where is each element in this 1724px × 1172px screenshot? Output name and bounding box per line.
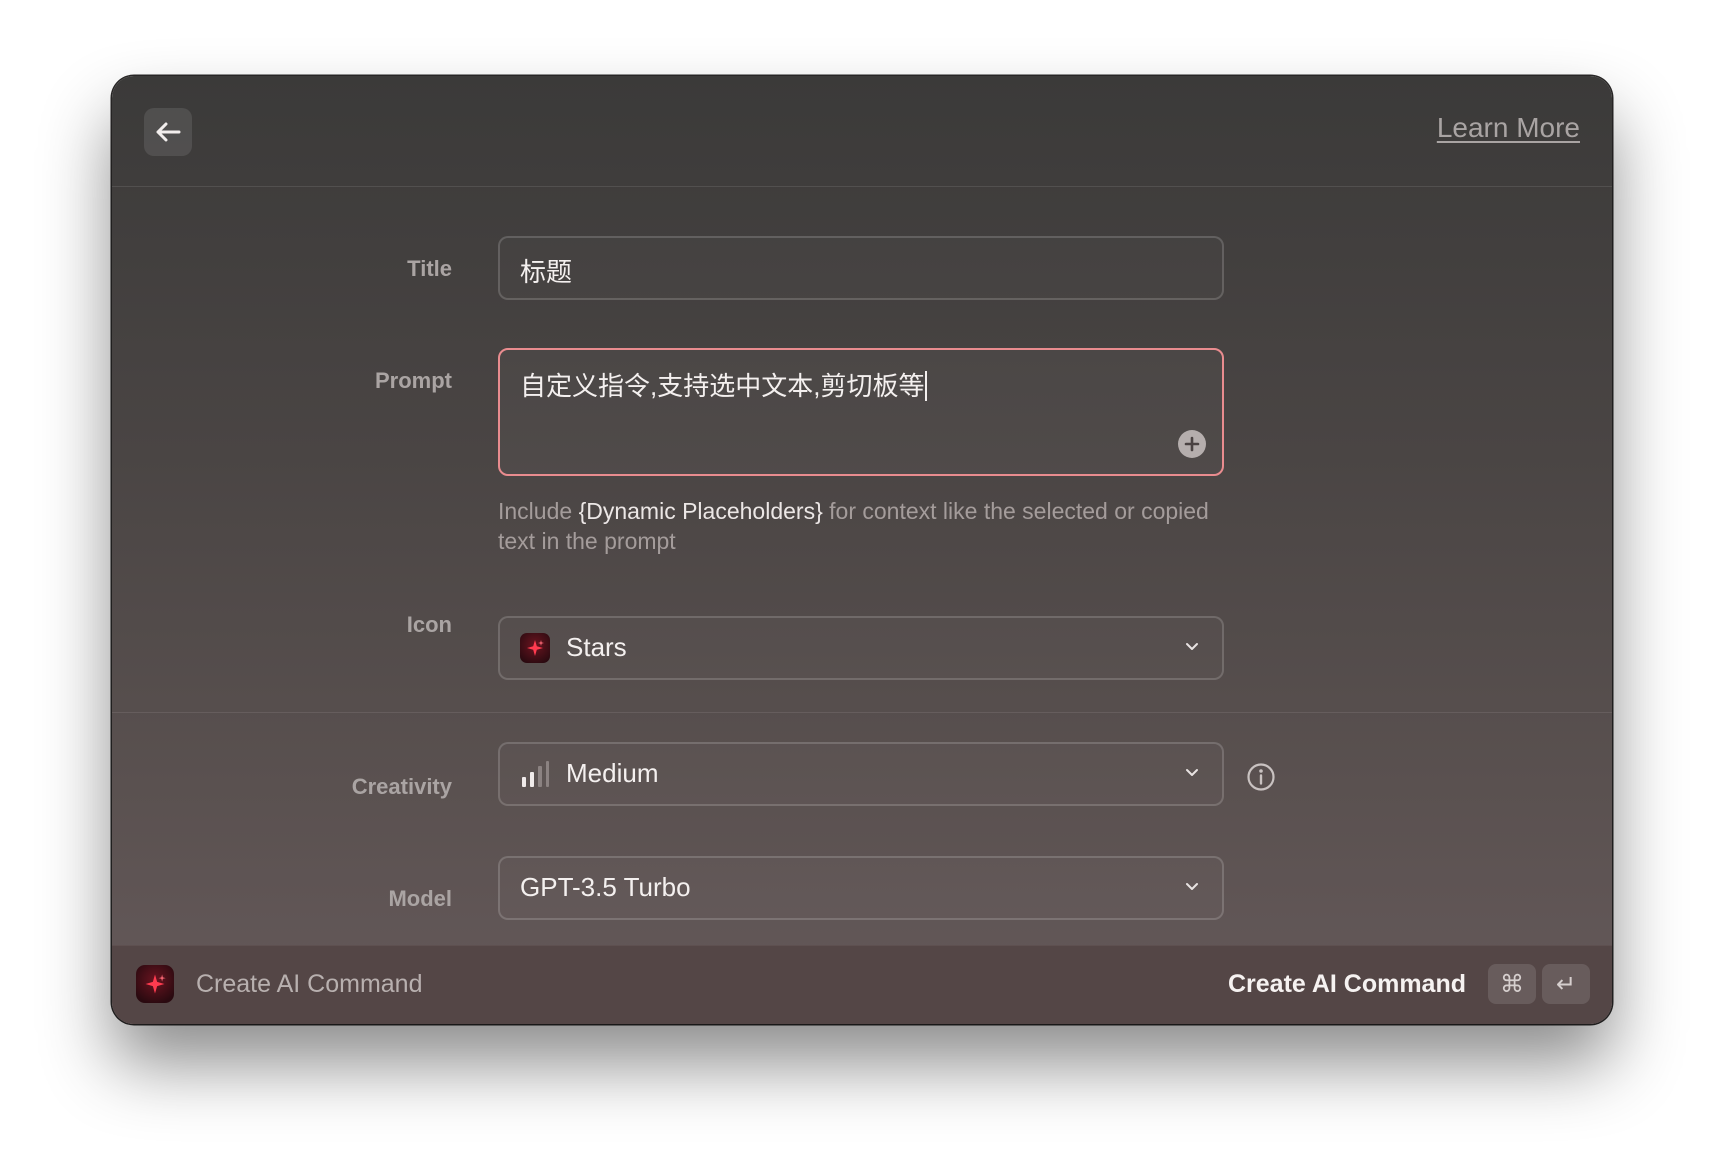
prompt-label: Prompt xyxy=(375,368,452,393)
icon-value: Stars xyxy=(566,632,627,662)
text-caret xyxy=(925,371,928,401)
command-key-icon: ⌘ xyxy=(1488,964,1536,1004)
prompt-value: 自定义指令,支持选中文本,剪切板等 xyxy=(520,371,925,401)
chevron-down-icon xyxy=(1186,769,1198,776)
creativity-select[interactable]: Medium xyxy=(498,742,1224,806)
icon-label: Icon xyxy=(406,612,452,637)
section-divider xyxy=(112,712,1612,713)
title-field[interactable]: 标题 xyxy=(498,236,1224,300)
icon-select[interactable]: Stars xyxy=(498,616,1224,680)
chevron-down-icon xyxy=(1186,883,1198,890)
model-label: Model xyxy=(388,886,452,911)
stars-icon xyxy=(520,633,550,663)
create-ai-command-button[interactable]: Create AI Command xyxy=(1228,970,1466,999)
prompt-field[interactable]: 自定义指令,支持选中文本,剪切板等 xyxy=(498,348,1224,476)
plus-circle-icon xyxy=(1184,436,1200,452)
back-button[interactable] xyxy=(144,108,192,156)
creativity-label: Creativity xyxy=(351,774,452,799)
enter-key-icon: ↵ xyxy=(1542,964,1590,1004)
info-icon[interactable] xyxy=(1246,762,1276,792)
title-value: 标题 xyxy=(520,257,573,287)
arrow-left-icon xyxy=(156,122,181,142)
footer-bar: Create AI Command Create AI Command ⌘ ↵ xyxy=(112,945,1612,1024)
prompt-text: 自定义指令,支持选中文本,剪切板等 xyxy=(520,366,928,403)
signal-bars-icon xyxy=(522,761,549,787)
create-ai-command-window: Learn More Title 标题 Prompt 自定义指令,支持选中文本,… xyxy=(112,76,1612,1024)
dynamic-placeholders-text: {Dynamic Placeholders} xyxy=(578,498,823,524)
title-label: Title xyxy=(407,256,452,281)
stars-icon xyxy=(136,965,174,1003)
footer-title: Create AI Command xyxy=(196,970,423,998)
model-value: GPT-3.5 Turbo xyxy=(520,872,691,902)
creativity-value: Medium xyxy=(566,758,659,788)
header: Learn More xyxy=(112,76,1612,187)
hint-prefix: Include xyxy=(498,498,579,524)
add-placeholder-button[interactable] xyxy=(1178,430,1206,458)
chevron-down-icon xyxy=(1186,643,1198,650)
learn-more-link[interactable]: Learn More xyxy=(1437,112,1580,144)
prompt-hint: Include {Dynamic Placeholders} for conte… xyxy=(498,496,1238,556)
model-select[interactable]: GPT-3.5 Turbo xyxy=(498,856,1224,920)
